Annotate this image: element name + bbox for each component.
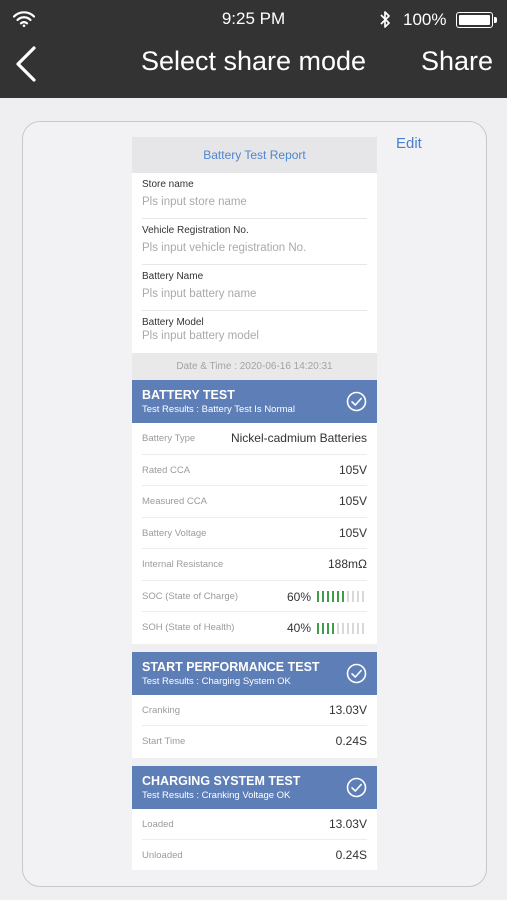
battery-test-report: Battery Test Report Store name Pls input… (132, 137, 377, 870)
bluetooth-icon (380, 11, 390, 28)
check-circle-icon (346, 663, 367, 683)
share-button[interactable]: Share (421, 46, 493, 77)
battery-icon (456, 12, 497, 28)
check-circle-icon (346, 777, 367, 797)
meter-tick (322, 622, 324, 634)
field-placeholder: Pls input battery name (142, 288, 257, 300)
row-value: 13.03V (328, 702, 367, 717)
row-key: SOH (State of Health) (142, 622, 235, 633)
table-row: Cranking 13.03V (142, 695, 367, 726)
field-label: Store name (142, 179, 194, 190)
field-placeholder: Pls input vehicle registration No. (142, 242, 307, 254)
meter-tick (342, 591, 344, 602)
row-key: Battery Type (142, 433, 196, 444)
row-key: Internal Resistance (142, 559, 224, 570)
section-title: BATTERY TEST (142, 388, 235, 402)
soc-value: 60% (286, 589, 311, 604)
row-key: Battery Voltage (142, 527, 207, 539)
section-title: CHARGING SYSTEM TEST (142, 773, 301, 788)
section-divider (132, 757, 377, 766)
row-key: SOC (State of Charge) (142, 590, 239, 602)
field-label: Battery Name (142, 271, 204, 282)
soc-meter: 60% (287, 590, 367, 604)
section-divider (132, 643, 377, 652)
row-value: 105V (338, 525, 367, 540)
section-subtitle: Test Results : Charging System OK (142, 675, 291, 687)
row-key: Measured CCA (142, 496, 207, 507)
meter-tick (347, 591, 349, 602)
field-placeholder: Pls input store name (142, 196, 247, 208)
battery-model-field[interactable]: Battery Model Pls input battery model (142, 311, 367, 353)
table-row: Battery Voltage 105V (142, 518, 367, 549)
section-subtitle: Test Results : Battery Test Is Normal (142, 404, 295, 415)
meter-tick (347, 622, 349, 634)
store-name-field[interactable]: Store name Pls input store name (142, 173, 367, 219)
section-title: START PERFORMANCE TEST (142, 659, 320, 674)
table-row: Rated CCA 105V (142, 455, 367, 486)
row-value: 0.24S (335, 734, 367, 748)
report-datetime: Date & Time : 2020-06-16 14:20:31 (132, 353, 377, 380)
table-row: Loaded 13.03V (142, 809, 367, 840)
row-value: 13.03V (328, 816, 367, 831)
table-row: Start Time 0.24S (142, 726, 367, 758)
start-performance-header: START PERFORMANCE TEST Test Results : Ch… (132, 651, 377, 695)
status-bar: 9:25 PM 100% (0, 0, 507, 38)
edit-button[interactable]: Edit (396, 135, 422, 152)
soh-meter: 40% (287, 621, 367, 635)
meter-tick (357, 622, 359, 634)
table-row: Measured CCA 105V (142, 486, 367, 518)
table-row: Battery Type Nickel-cadmium Batteries (142, 423, 367, 455)
vehicle-registration-field[interactable]: Vehicle Registration No. Pls input vehic… (142, 219, 367, 265)
row-key: Unloaded (142, 850, 183, 861)
meter-tick (342, 622, 344, 634)
meter-tick (362, 622, 364, 634)
top-bar: 9:25 PM 100% Select share mode Share (0, 0, 507, 98)
section-subtitle: Test Results : Cranking Voltage OK (142, 789, 291, 801)
soc-row: SOC (State of Charge) 60% (142, 581, 367, 612)
field-label: Battery Model (142, 317, 204, 328)
row-value: 0.24S (335, 848, 367, 862)
battery-test-header: BATTERY TEST Test Results : Battery Test… (132, 380, 377, 423)
battery-percentage: 100% (403, 10, 447, 29)
row-key: Loaded (142, 818, 174, 830)
meter-tick (332, 622, 334, 634)
meter-tick (337, 591, 339, 602)
meter-tick (357, 591, 359, 602)
row-value: 105V (338, 462, 367, 477)
meter-tick (322, 591, 324, 602)
meter-tick (317, 591, 319, 602)
field-label: Vehicle Registration No. (142, 225, 249, 236)
meter-tick (317, 622, 319, 634)
row-key: Rated CCA (142, 464, 191, 476)
field-placeholder: Pls input battery model (142, 330, 259, 342)
charging-system-header: CHARGING SYSTEM TEST Test Results : Cran… (132, 765, 377, 809)
row-key: Start Time (142, 736, 186, 747)
meter-tick (337, 622, 339, 634)
meter-tick (352, 591, 354, 602)
check-circle-icon (346, 391, 367, 412)
battery-name-field[interactable]: Battery Name Pls input battery name (142, 265, 367, 311)
meter-tick (362, 591, 364, 602)
meter-tick (327, 622, 329, 634)
meter-tick (327, 591, 329, 602)
table-row: Internal Resistance 188mΩ (142, 549, 367, 581)
row-value: 105V (338, 494, 367, 508)
report-title: Battery Test Report (132, 137, 377, 173)
soh-row: SOH (State of Health) 40% (142, 612, 367, 644)
row-key: Cranking (142, 704, 181, 716)
meter-tick (352, 622, 354, 634)
row-value: Nickel-cadmium Batteries (230, 431, 367, 445)
table-row: Unloaded 0.24S (142, 840, 367, 870)
meter-tick (332, 591, 334, 602)
row-value: 188mΩ (328, 557, 367, 571)
soh-value: 40% (286, 621, 311, 635)
